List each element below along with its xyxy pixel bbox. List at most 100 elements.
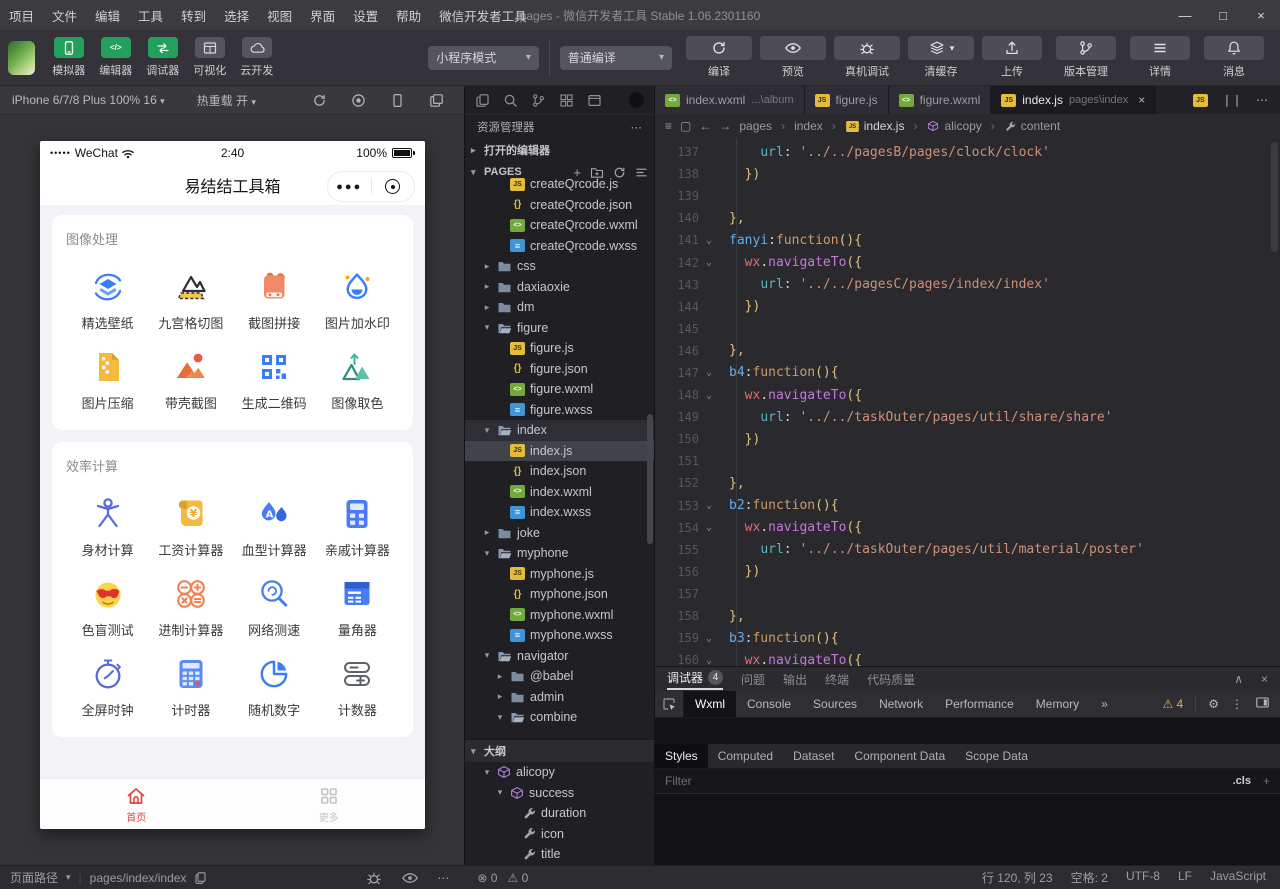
compile-mode-select[interactable]: 普通编译▾ — [560, 46, 672, 70]
devtools-tab-Memory[interactable]: Memory — [1025, 691, 1090, 717]
panel-tab-输出[interactable]: 输出 — [783, 671, 807, 688]
tree-item-title[interactable]: title — [465, 844, 654, 865]
云开发-button[interactable]: 云开发 — [233, 37, 280, 78]
status-more-icon[interactable]: ⋯ — [437, 871, 449, 885]
tree-item-createQrcode.wxss[interactable]: ≡createQrcode.wxss — [465, 236, 654, 257]
app-item-身材计算[interactable]: 身材计算 — [66, 481, 149, 561]
more-icon[interactable]: ⋯ — [1256, 93, 1268, 107]
device-select[interactable]: iPhone 6/7/8 Plus 100% 16 ▾ — [12, 93, 165, 107]
可视化-button[interactable]: 可视化 — [186, 37, 233, 78]
editor-tab-index.wxml[interactable]: <>index.wxml...\album — [655, 86, 805, 114]
tree-item-index.wxml[interactable]: <>index.wxml — [465, 482, 654, 503]
tree-item-figure.wxml[interactable]: <>figure.wxml — [465, 379, 654, 400]
fold-chevron-icon[interactable]: ⌄ — [699, 257, 719, 268]
kebab-menu-icon[interactable]: ⋮ — [1231, 697, 1243, 711]
more-icon[interactable]: ⋯ — [631, 120, 643, 134]
menu-item[interactable]: 工具 — [129, 6, 172, 25]
style-tab-Component-Data[interactable]: Component Data — [844, 744, 955, 768]
tree-item-joke[interactable]: ▸joke — [465, 523, 654, 544]
style-tab-Scope-Data[interactable]: Scope Data — [955, 744, 1038, 768]
app-mode-select[interactable]: 小程序模式▾ — [428, 46, 539, 70]
app-item-亲戚计算器[interactable]: 亲戚计算器 — [316, 481, 399, 561]
tree-item-index.js[interactable]: JSindex.js — [465, 441, 654, 462]
devtools-tab-Performance[interactable]: Performance — [934, 691, 1025, 717]
more-menu-button[interactable]: ●●● — [328, 181, 371, 193]
详情-button[interactable]: 详情 — [1130, 36, 1190, 79]
tree-item-success[interactable]: ▾success — [465, 783, 654, 804]
search-icon[interactable] — [503, 93, 518, 108]
breadcrumb-item-content[interactable]: content — [1004, 119, 1060, 133]
app-item-计数器[interactable]: 计数器 — [316, 641, 399, 721]
cls-button[interactable]: .cls — [1233, 775, 1251, 787]
app-item-工资计算器[interactable]: ¥工资计算器 — [149, 481, 232, 561]
tree-item-alicopy[interactable]: ▾alicopy — [465, 762, 654, 783]
warning-count[interactable]: ⚠ 4 — [1162, 697, 1183, 711]
tree-item-index.wxss[interactable]: ≡index.wxss — [465, 502, 654, 523]
app-item-全屏时钟[interactable]: 全屏时钟 — [66, 641, 149, 721]
消息-button[interactable]: 消息 — [1204, 36, 1264, 79]
forward-arrow-icon[interactable]: → — [719, 119, 731, 133]
settings-gear-icon[interactable]: ⚙ — [1208, 697, 1219, 711]
menu-item[interactable]: 视图 — [258, 6, 301, 25]
app-item-计时器[interactable]: 计时器 — [149, 641, 232, 721]
panel-tab-代码质量[interactable]: 代码质量 — [867, 671, 915, 688]
hot-reload-toggle[interactable]: 热重载 开 ▾ — [197, 92, 256, 109]
tree-item-figure[interactable]: ▾figure — [465, 318, 654, 339]
encoding-setting[interactable]: UTF-8 — [1126, 869, 1160, 886]
清缓存-button[interactable]: ▾清缓存 — [908, 36, 974, 79]
tree-item-@babel[interactable]: ▸@babel — [465, 666, 654, 687]
fold-chevron-icon[interactable]: ⌄ — [699, 235, 719, 246]
app-item-图片加水印[interactable]: 图片加水印 — [316, 254, 399, 334]
tree-item-myphone.wxml[interactable]: <>myphone.wxml — [465, 605, 654, 626]
app-item-带壳截图[interactable]: 带壳截图 — [149, 334, 232, 414]
explorer-scrollbar[interactable] — [647, 414, 653, 544]
list-icon[interactable]: ≡ — [665, 119, 672, 133]
split-editor-icon[interactable]: ❘❘ — [1222, 93, 1242, 107]
error-count[interactable]: ⊗ 0 — [477, 871, 497, 885]
warning-count[interactable]: ⚠ 0 — [507, 871, 528, 885]
app-item-血型计算器[interactable]: A血型计算器 — [233, 481, 316, 561]
tree-item-css[interactable]: ▸css — [465, 256, 654, 277]
editor-tab-index.js[interactable]: JSindex.jspages\index× — [991, 86, 1156, 114]
app-item-生成二维码[interactable]: 生成二维码 — [233, 334, 316, 414]
tree-item-icon[interactable]: icon — [465, 824, 654, 845]
close-tab-icon[interactable]: × — [1138, 93, 1145, 107]
devtools-tab-Sources[interactable]: Sources — [802, 691, 868, 717]
tree-item-myphone.js[interactable]: JSmyphone.js — [465, 564, 654, 585]
back-arrow-icon[interactable]: ← — [699, 119, 711, 133]
exit-button[interactable] — [372, 179, 415, 194]
avatar-ball-icon[interactable] — [629, 92, 644, 108]
code-editor[interactable]: 137 url: '../../pagesB/pages/clock/clock… — [655, 138, 1280, 666]
page-path-select[interactable]: 页面路径▾ — [10, 869, 71, 886]
tree-item-index.json[interactable]: {}index.json — [465, 461, 654, 482]
extensions-grid-icon[interactable] — [559, 93, 574, 108]
预览-button[interactable]: 预览 — [760, 36, 826, 79]
outline-section[interactable]: ▾ 大纲 — [465, 739, 654, 762]
status-bug-icon[interactable] — [365, 870, 383, 886]
inspect-element-icon[interactable] — [655, 691, 684, 717]
app-item-图片压缩[interactable]: 图片压缩 — [66, 334, 149, 414]
模拟器-button[interactable]: 模拟器 — [45, 37, 92, 78]
panel-tab-问题[interactable]: 问题 — [741, 671, 765, 688]
tree-item-myphone.wxss[interactable]: ≡myphone.wxss — [465, 625, 654, 646]
multi-window-icon[interactable] — [429, 93, 444, 108]
panel-tab-调试器[interactable]: 调试器4 — [667, 669, 723, 690]
tree-item-createQrcode.json[interactable]: {}createQrcode.json — [465, 195, 654, 216]
app-item-网络测速[interactable]: 网络测速 — [233, 561, 316, 641]
tree-item-dm[interactable]: ▸dm — [465, 297, 654, 318]
app-item-随机数字[interactable]: 随机数字 — [233, 641, 316, 721]
bookmark-icon[interactable]: ▢ — [680, 119, 691, 133]
app-item-进制计算器[interactable]: 进制计算器 — [149, 561, 232, 641]
collapse-panel-icon[interactable]: ∧ — [1234, 672, 1243, 686]
phone-frame-icon[interactable] — [390, 93, 405, 108]
tree-item-figure.js[interactable]: JSfigure.js — [465, 338, 654, 359]
cursor-position[interactable]: 行 120, 列 23 — [982, 869, 1053, 886]
breadcrumb-item-index.js[interactable]: JSindex.js — [845, 119, 905, 133]
tree-item-createQrcode.wxml[interactable]: <>createQrcode.wxml — [465, 215, 654, 236]
style-tab-Computed[interactable]: Computed — [708, 744, 783, 768]
调试器-button[interactable]: 调试器 — [139, 37, 186, 78]
tree-item-figure.wxss[interactable]: ≡figure.wxss — [465, 400, 654, 421]
tree-item-admin[interactable]: ▸admin — [465, 687, 654, 708]
close-panel-icon[interactable]: × — [1261, 672, 1268, 686]
版本管理-button[interactable]: 版本管理 — [1056, 36, 1116, 79]
